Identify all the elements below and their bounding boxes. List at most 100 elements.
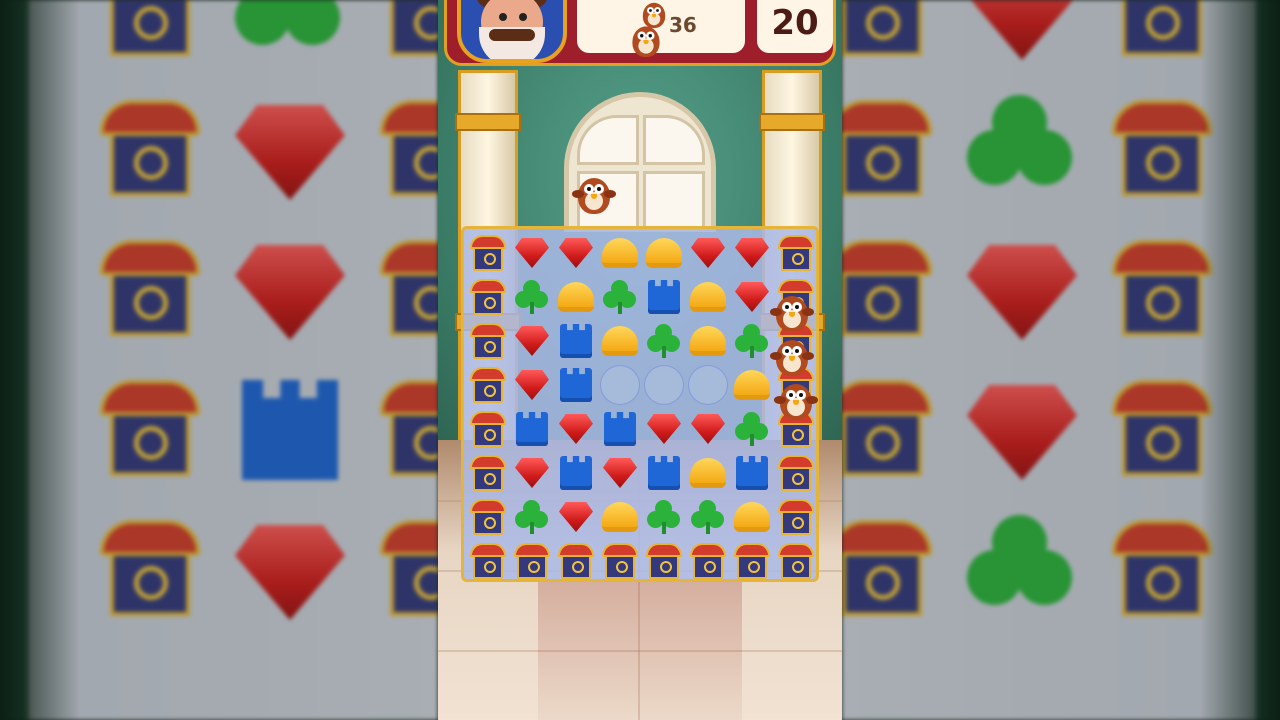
board-cell[interactable] [730, 319, 774, 363]
board-cell[interactable] [642, 451, 686, 495]
birdhouse-icon [558, 543, 594, 579]
board-cell[interactable] [466, 319, 510, 363]
yellow-helmet-icon [602, 326, 638, 356]
board-cell[interactable] [686, 451, 730, 495]
board-cell[interactable] [730, 231, 774, 275]
board-cell[interactable] [598, 363, 642, 407]
board-cell[interactable] [730, 539, 774, 583]
board-cell[interactable] [686, 539, 730, 583]
board-cell[interactable] [466, 451, 510, 495]
board-cell[interactable] [730, 495, 774, 539]
board-cell[interactable] [466, 539, 510, 583]
green-clover-icon [230, 0, 350, 70]
board-cell[interactable] [686, 407, 730, 451]
board-cell[interactable] [686, 363, 730, 407]
game-viewport: 36 20 [438, 0, 842, 720]
board-cell[interactable] [686, 275, 730, 319]
board-cell[interactable] [554, 495, 598, 539]
birdhouse-icon [370, 90, 438, 210]
board-cell[interactable] [466, 275, 510, 319]
yellow-helmet-icon [646, 238, 682, 268]
blue-tower-icon [560, 456, 592, 490]
board-cell[interactable] [774, 451, 818, 495]
board-cell[interactable] [598, 319, 642, 363]
board-cell[interactable] [642, 407, 686, 451]
board-cell[interactable] [730, 275, 774, 319]
board-cell[interactable] [686, 231, 730, 275]
board-cell[interactable] [598, 539, 642, 583]
board-cell[interactable] [774, 231, 818, 275]
board-cell[interactable] [642, 363, 686, 407]
board-cell[interactable] [510, 451, 554, 495]
board-cell[interactable] [510, 539, 554, 583]
yellow-helmet-icon [734, 370, 770, 400]
red-gem-icon [230, 90, 350, 210]
board-cell[interactable] [642, 231, 686, 275]
birdhouse-icon [370, 230, 438, 350]
board-cell[interactable] [774, 539, 818, 583]
board-cell[interactable] [466, 495, 510, 539]
red-gem-icon [559, 238, 593, 268]
board-cell[interactable] [466, 231, 510, 275]
birdhouse-icon [470, 543, 506, 579]
green-clover-icon [735, 412, 769, 446]
empty-cell-icon [600, 365, 640, 405]
board-cell[interactable] [642, 275, 686, 319]
board-cell[interactable] [554, 539, 598, 583]
board-cell[interactable] [598, 495, 642, 539]
board-cell[interactable] [510, 319, 554, 363]
board-cell[interactable] [598, 231, 642, 275]
moves-left: 20 [771, 3, 819, 43]
board-cell[interactable] [774, 495, 818, 539]
board-cell[interactable] [642, 319, 686, 363]
board-cell[interactable] [554, 363, 598, 407]
red-gem-icon [691, 238, 725, 268]
yellow-helmet-icon [734, 502, 770, 532]
owl-character [770, 290, 814, 334]
board-cell[interactable] [554, 407, 598, 451]
board-cell[interactable] [730, 363, 774, 407]
board-cell[interactable] [466, 407, 510, 451]
birdhouse-icon [470, 499, 506, 535]
birdhouse-icon [602, 543, 638, 579]
birdhouse-icon [470, 455, 506, 491]
background-edge-left [0, 0, 80, 720]
board-cell[interactable] [686, 495, 730, 539]
moves-panel: 20 [757, 0, 833, 53]
board-cell[interactable] [554, 231, 598, 275]
birdhouse-icon [842, 510, 942, 630]
window-pane [577, 115, 639, 165]
red-gem-icon [962, 230, 1082, 350]
board-cell[interactable] [510, 231, 554, 275]
blue-tower-icon [230, 370, 350, 490]
red-gem-icon [647, 414, 681, 444]
board-cell[interactable] [730, 407, 774, 451]
green-clover-icon [962, 90, 1082, 210]
board-cell[interactable] [642, 539, 686, 583]
avatar-eye [519, 13, 527, 21]
board-cell[interactable] [510, 495, 554, 539]
board-cell[interactable] [554, 275, 598, 319]
red-gem-icon [735, 282, 769, 312]
board-cell[interactable] [466, 363, 510, 407]
board-cell[interactable] [598, 407, 642, 451]
pillar-cap [455, 113, 521, 131]
board-cell[interactable] [598, 275, 642, 319]
red-gem-icon [691, 414, 725, 444]
birdhouse-icon [778, 455, 814, 491]
board-cell[interactable] [686, 319, 730, 363]
red-gem-icon [515, 458, 549, 488]
board-cell[interactable] [598, 451, 642, 495]
window-pane [643, 171, 705, 227]
board-cell[interactable] [554, 451, 598, 495]
birdhouse-icon [470, 235, 506, 271]
board-cell[interactable] [510, 275, 554, 319]
board-cell[interactable] [510, 363, 554, 407]
board-cell[interactable] [510, 407, 554, 451]
green-clover-icon [647, 500, 681, 534]
board-cell[interactable] [554, 319, 598, 363]
red-gem-icon [735, 238, 769, 268]
background-edge-right [1200, 0, 1280, 720]
board-cell[interactable] [642, 495, 686, 539]
board-cell[interactable] [730, 451, 774, 495]
